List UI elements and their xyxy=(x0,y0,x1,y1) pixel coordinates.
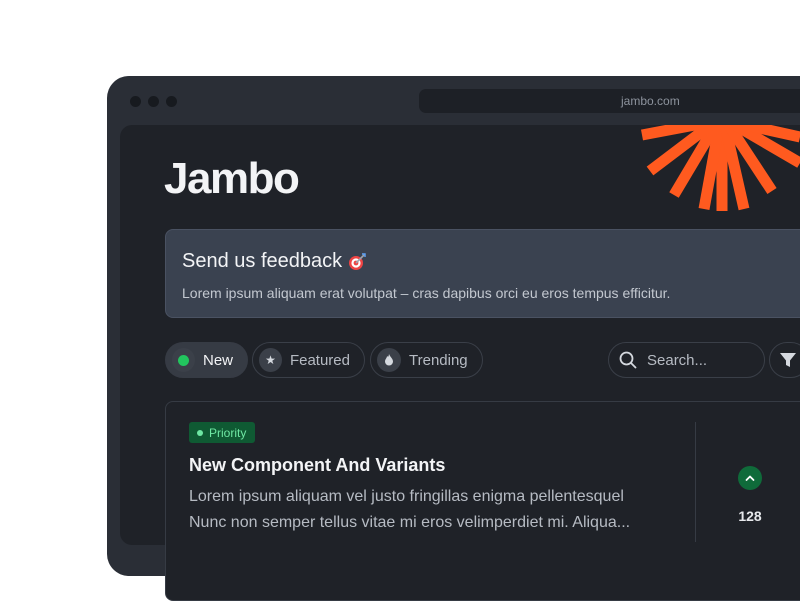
feedback-title-text: Send us feedback xyxy=(182,250,343,272)
post-description-line: Nunc non semper tellus vitae mi eros vel… xyxy=(189,514,631,531)
address-url: jambo.com xyxy=(621,94,680,108)
priority-badge-label: Priority xyxy=(209,425,247,440)
card-divider xyxy=(695,422,696,542)
upvote-button[interactable] xyxy=(738,466,762,490)
tab-new[interactable]: New xyxy=(165,342,248,378)
star-icon: ★ xyxy=(259,348,282,372)
post-title[interactable]: New Component And Variants xyxy=(189,455,445,476)
live-dot-icon xyxy=(172,348,195,372)
tab-featured-label: Featured xyxy=(289,351,350,369)
tab-new-label: New xyxy=(202,351,233,369)
tab-featured[interactable]: ★ Featured xyxy=(252,342,365,378)
window-close-dot[interactable] xyxy=(130,96,141,107)
sunburst-logo-icon xyxy=(640,125,800,211)
badge-dot-icon xyxy=(197,429,203,436)
priority-badge: Priority xyxy=(189,422,256,443)
funnel-icon xyxy=(780,353,796,367)
search-input[interactable]: Search... xyxy=(608,342,765,378)
target-dart-icon xyxy=(349,252,366,270)
vote-count: 128 xyxy=(738,508,762,524)
chevron-up-icon xyxy=(745,475,755,481)
filter-button[interactable] xyxy=(769,342,800,378)
tab-trending[interactable]: Trending xyxy=(370,342,483,378)
feedback-description: Lorem ipsum aliquam erat volutpat – cras… xyxy=(182,285,671,301)
brand-logo-text: Jambo xyxy=(164,154,300,203)
feedback-title: Send us feedback xyxy=(182,250,366,273)
tab-trending-label: Trending xyxy=(409,351,468,369)
window-maximize-dot[interactable] xyxy=(166,96,177,107)
address-bar[interactable]: jambo.com xyxy=(419,89,800,113)
feedback-banner[interactable]: Send us feedback Lorem ipsum aliquam era… xyxy=(165,229,800,318)
post-description: Lorem ipsum aliquam vel justo fringillas… xyxy=(189,484,669,536)
window-minimize-dot[interactable] xyxy=(148,96,159,107)
search-placeholder: Search... xyxy=(647,351,708,369)
post-description-line: Lorem ipsum aliquam vel justo fringillas… xyxy=(189,488,624,505)
search-icon xyxy=(619,351,637,369)
flame-icon xyxy=(377,348,401,372)
